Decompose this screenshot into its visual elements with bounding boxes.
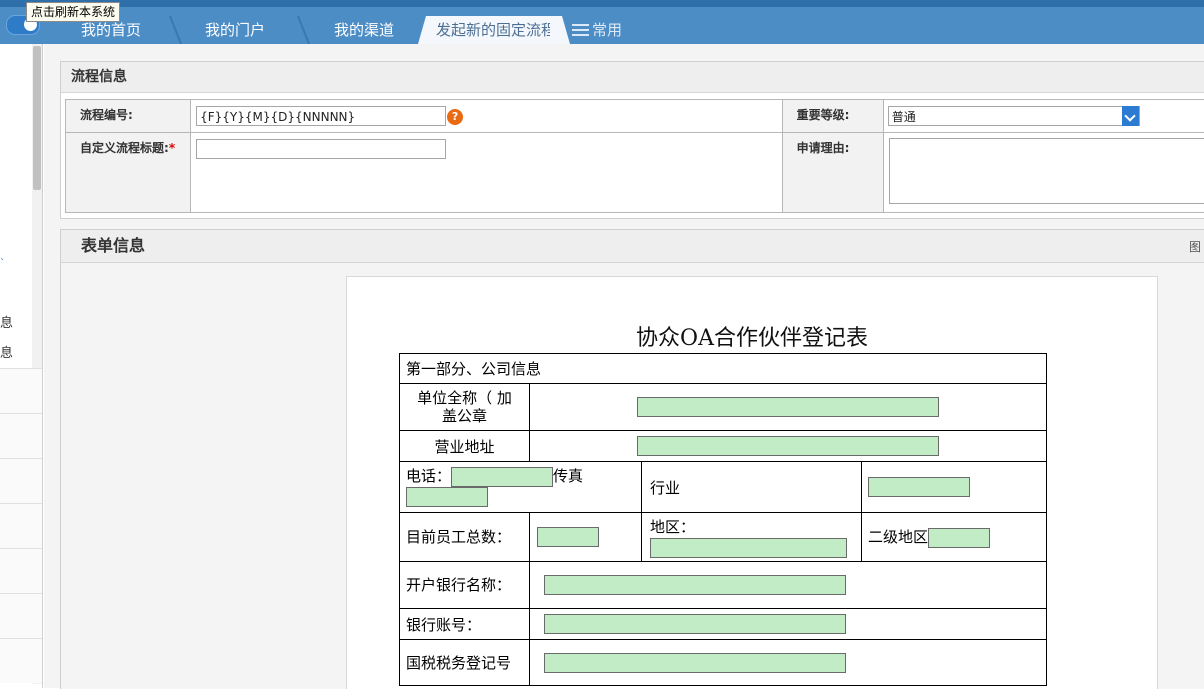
sidebar-row[interactable] [0,548,42,593]
importance-value: 普通 [891,110,916,124]
sidebar-row[interactable] [0,413,42,458]
tax-number-cell [529,639,1047,686]
company-name-cell [529,383,1047,431]
sidebar-item-1[interactable]: 息 [0,312,13,331]
tab-common[interactable]: 常用 [572,16,622,44]
refresh-tooltip: 点击刷新本系统 [26,2,121,22]
custom-title-label: 自定义流程标题:* [64,132,192,213]
form-section-right-glyph: 图 [1188,240,1201,254]
list-icon [572,24,589,36]
business-address-cell [529,430,1047,462]
custom-title-input[interactable] [196,139,447,159]
sidebar-item-2[interactable]: 息 [0,342,13,361]
sidebar-row[interactable] [0,458,42,503]
company-name-label: 单位全称（ 加盖公章 [399,383,530,431]
sidebar-row[interactable] [0,368,42,413]
flow-number-label: 流程编号: [64,99,192,133]
reason-label: 申请理由: [781,132,884,213]
tab-channel[interactable]: 我的渠道 [312,16,416,44]
process-info-section: 流程信息 流程编号: {F}{Y}{M}{D}{NNNNN} ? 重要等级: 普… [60,61,1204,219]
phone-field[interactable] [451,466,554,487]
reason-cell [882,132,1204,213]
required-mark: * [168,141,176,155]
industry-label: 行业 [641,461,862,513]
tab-common-label: 常用 [592,21,623,39]
process-info-title: 流程信息 [61,62,1204,93]
company-name-field[interactable] [637,397,939,417]
business-address-label: 营业地址 [399,430,530,462]
employees-label: 目前员工总数： [399,512,530,562]
sub-region-cell: 二级地区 [861,512,1047,562]
importance-select[interactable]: 普通 [887,106,1140,126]
section1-header: 第一部分、公司信息 [399,353,1047,384]
employees-cell [529,512,642,562]
tab-new-flow[interactable]: 发起新的固定流程 [430,16,550,44]
industry-cell [861,461,1047,513]
top-strip [0,0,1204,7]
sidebar-row[interactable] [0,503,42,548]
tax-number-label: 国税税务登记号 [399,639,530,686]
partner-form-table: 第一部分、公司信息 单位全称（ 加盖公章 营业地址 电话： 传真 行业 目前员工… [399,353,1047,686]
sidebar-scrollbar-thumb[interactable] [33,46,41,190]
importance-cell: 普通 [882,99,1204,133]
tab-separator [297,16,310,44]
flow-number-cell: {F}{Y}{M}{D}{NNNNN} ? [190,99,783,133]
bank-account-cell [529,608,1047,640]
tab-portal[interactable]: 我的门户 [182,16,288,44]
phone-label: 电话： [406,467,452,485]
document-paper: 协众OA合作伙伴登记表 第一部分、公司信息 单位全称（ 加盖公章 营业地址 电话… [346,276,1158,689]
document-title: 协众OA合作伙伴登记表 [636,326,868,351]
sub-region-label: 二级地区 [868,528,929,547]
bank-name-field[interactable] [544,575,846,595]
bank-account-field[interactable] [544,614,846,634]
region-cell: 地区： [641,512,862,562]
custom-title-cell [190,132,783,213]
bank-name-label: 开户银行名称： [399,561,530,609]
flow-number-input[interactable]: {F}{Y}{M}{D}{NNNNN} [196,106,447,126]
phone-fax-cell: 电话： 传真 [399,461,642,513]
bank-name-cell [529,561,1047,609]
chevron-down-icon[interactable] [1121,106,1139,126]
form-info-title: 表单信息 [61,230,1204,263]
process-form-table: 流程编号: {F}{Y}{M}{D}{NNNNN} ? 重要等级: 普通 自定义… [64,99,1204,213]
sidebar-marker: ˋ [0,258,5,269]
sidebar-rows [0,368,42,683]
sidebar-row[interactable] [0,638,42,683]
help-icon[interactable]: ? [447,109,464,125]
bank-account-label: 银行账号： [399,608,530,640]
importance-label: 重要等级: [781,99,884,133]
region-field[interactable] [650,537,847,558]
fax-label: 传真 [553,467,584,485]
region-label: 地区： [650,518,696,536]
tab-separator [169,16,182,44]
employees-field[interactable] [537,527,599,547]
sidebar-row[interactable] [0,593,42,638]
industry-field[interactable] [868,477,970,497]
custom-title-label-text: 自定义流程标题: [80,141,169,155]
fax-field[interactable] [406,487,488,507]
business-address-field[interactable] [637,436,939,456]
tax-number-field[interactable] [544,652,846,673]
sub-region-field[interactable] [928,527,991,548]
reason-textarea[interactable] [888,138,1204,204]
